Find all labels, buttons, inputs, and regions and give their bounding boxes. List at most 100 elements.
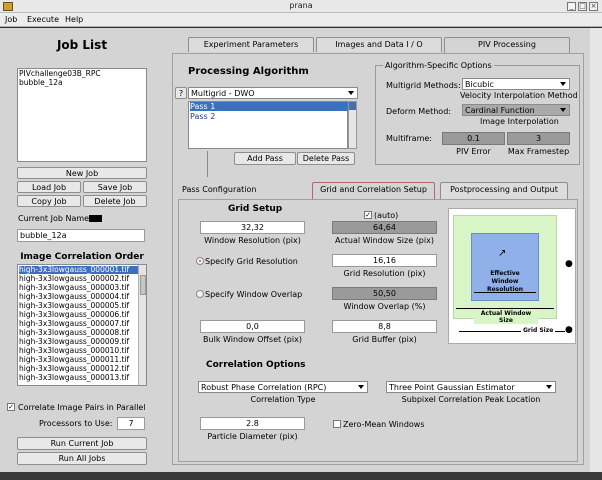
correlation-type-select[interactable]: Robust Phase Correlation (RPC): [198, 381, 368, 393]
specify-overlap-radio[interactable]: [196, 290, 204, 298]
chevron-down-icon: [546, 385, 552, 389]
subpixel-peak-label: Subpixel Correlation Peak Location: [401, 395, 541, 404]
auto-window-checkbox[interactable]: ✓: [364, 211, 372, 219]
tab-images-and-data[interactable]: Images and Data I / O: [316, 37, 442, 52]
multigrid-methods-value: Bicubic: [465, 80, 494, 89]
effective-window-label: Effective Window Resolution: [486, 270, 524, 293]
delete-pass-button[interactable]: Delete Pass: [297, 152, 355, 165]
maximize-button[interactable]: □: [578, 2, 587, 11]
menu-help[interactable]: Help: [65, 15, 83, 24]
pass-list-scrollbar[interactable]: [348, 101, 357, 149]
image-list-item[interactable]: high-3x3lowgauss_000012.tif: [19, 365, 143, 373]
grid-resolution-input[interactable]: 16,16: [332, 254, 437, 267]
image-list-item[interactable]: high-3x3lowgauss_000002.tif: [19, 275, 143, 283]
run-current-job-button[interactable]: Run Current Job: [17, 437, 147, 450]
minimize-button[interactable]: _: [567, 2, 576, 11]
subpixel-peak-select[interactable]: Three Point Gaussian Estimator: [386, 381, 556, 393]
window-diagram: Effective Window Resolution ↗ Actual Win…: [448, 208, 576, 344]
image-list-item[interactable]: high-3x3lowgauss_000003.tif: [19, 284, 143, 292]
subpixel-peak-value: Three Point Gaussian Estimator: [389, 383, 515, 392]
processors-label: Processors to Use:: [39, 419, 113, 428]
close-button[interactable]: ×: [589, 2, 598, 11]
run-all-jobs-button[interactable]: Run All Jobs: [17, 452, 147, 465]
connector-line: [207, 151, 208, 177]
tab-experiment-parameters[interactable]: Experiment Parameters: [188, 37, 314, 52]
save-job-button[interactable]: Save Job: [83, 181, 147, 193]
bulk-offset-input[interactable]: 0,0: [200, 320, 305, 333]
resolution-arrow-line: [474, 292, 536, 293]
grid-point-icon: ●: [565, 325, 573, 335]
velocity-interp-label: Velocity Interpolation Method: [460, 91, 578, 100]
actual-window-size-label: Actual Window Size (pix): [335, 236, 434, 245]
pass-list-item[interactable]: Pass 1: [190, 102, 348, 111]
correlate-pairs-label: Correlate Image Pairs in Parallel: [18, 403, 146, 412]
image-list-item[interactable]: high-3x3lowgauss_000011.tif: [19, 356, 143, 364]
current-job-label: Current Job Name: [18, 214, 90, 223]
copy-job-button[interactable]: Copy Job: [17, 195, 81, 207]
multigrid-methods-label: Multigrid Methods:: [386, 81, 461, 90]
menu-job[interactable]: Job: [5, 15, 17, 24]
zero-mean-checkbox[interactable]: [333, 420, 341, 428]
image-list-item[interactable]: high-3x3lowgauss_000005.tif: [19, 302, 143, 310]
multiframe-label: Multiframe:: [386, 134, 432, 143]
grid-buffer-input[interactable]: 8,8: [332, 320, 437, 333]
particle-diameter-input[interactable]: 2.8: [200, 417, 305, 430]
tab-postprocessing-output[interactable]: Postprocessing and Output: [440, 182, 568, 199]
piv-error-label: PIV Error: [456, 147, 491, 156]
specify-grid-radio[interactable]: [196, 257, 204, 265]
new-job-button[interactable]: New Job: [17, 167, 147, 179]
algorithm-select[interactable]: Multigrid - DWO: [188, 87, 358, 99]
chevron-down-icon: [348, 91, 354, 95]
piv-error-input[interactable]: 0.1: [442, 132, 505, 145]
job-list-item[interactable]: PIVchallenge03B_RPC: [19, 70, 143, 78]
tab-piv-processing[interactable]: PIV Processing: [444, 37, 570, 53]
processors-input[interactable]: 7: [117, 417, 145, 430]
add-pass-button[interactable]: Add Pass: [234, 152, 296, 165]
grid-size-label: Grid Size: [521, 327, 556, 334]
correlation-type-label: Correlation Type: [250, 395, 316, 404]
image-list-item[interactable]: high-3x3lowgauss_000007.tif: [19, 320, 143, 328]
tab-grid-correlation-setup[interactable]: Grid and Correlation Setup: [312, 182, 435, 199]
image-list-item[interactable]: high-3x3lowgauss_000010.tif: [19, 347, 143, 355]
correlate-pairs-checkbox[interactable]: ✓: [7, 403, 15, 411]
image-order-list[interactable]: high-3x3lowgauss_000001.tif high-3x3lowg…: [17, 264, 147, 386]
multigrid-methods-select[interactable]: Bicubic: [462, 78, 570, 90]
delete-job-button[interactable]: Delete Job: [83, 195, 147, 207]
max-framestep-label: Max Framestep: [507, 147, 570, 156]
image-list-item[interactable]: high-3x3lowgauss_000001.tif: [19, 266, 143, 274]
pass-list-item[interactable]: Pass 2: [190, 112, 348, 121]
actual-size-arrow-line: [456, 308, 554, 309]
job-list-item[interactable]: bubble_12a: [19, 79, 143, 87]
pass-list[interactable]: Pass 1 Pass 2: [188, 101, 348, 149]
image-list-item[interactable]: high-3x3lowgauss_000008.tif: [19, 329, 143, 337]
image-list-scrollbar[interactable]: [138, 265, 146, 385]
chevron-down-icon: [560, 108, 566, 112]
job-list[interactable]: PIVchallenge03B_RPC bubble_12a: [17, 68, 147, 162]
image-list-item[interactable]: high-3x3lowgauss_000004.tif: [19, 293, 143, 301]
diagonal-arrow-icon: ↗: [498, 248, 507, 259]
processing-algorithm-title: Processing Algorithm: [188, 66, 309, 77]
current-job-name-input[interactable]: bubble_12a: [17, 229, 145, 242]
desktop-bottom: [0, 472, 602, 480]
grid-point-icon: ●: [565, 259, 573, 269]
image-list-item[interactable]: high-3x3lowgauss_000009.tif: [19, 338, 143, 346]
image-list-item[interactable]: high-3x3lowgauss_000006.tif: [19, 311, 143, 319]
image-list-item[interactable]: high-3x3lowgauss_000013.tif: [19, 374, 143, 382]
chevron-down-icon: [560, 82, 566, 86]
correlation-type-value: Robust Phase Correlation (RPC): [201, 383, 327, 392]
scrollbar-thumb[interactable]: [349, 102, 356, 110]
image-interp-label: Image Interpolation: [480, 117, 559, 126]
scrollbar-thumb[interactable]: [140, 275, 146, 295]
window-resolution-input[interactable]: 32,32: [200, 221, 305, 234]
deform-method-label: Deform Method:: [386, 107, 451, 116]
specify-grid-label: Specify Grid Resolution: [205, 257, 298, 266]
window-overlap-label: Window Overlap (%): [343, 302, 426, 311]
window-edge: [590, 28, 602, 472]
load-job-button[interactable]: Load Job: [17, 181, 81, 193]
deform-method-select[interactable]: Cardinal Function: [462, 104, 570, 116]
particle-diameter-label: Particle Diameter (pix): [207, 432, 298, 441]
effective-window-box: Effective Window Resolution ↗: [471, 233, 539, 301]
help-button[interactable]: ?: [175, 87, 187, 99]
max-framestep-input[interactable]: 3: [507, 132, 570, 145]
menu-execute[interactable]: Execute: [27, 15, 59, 24]
